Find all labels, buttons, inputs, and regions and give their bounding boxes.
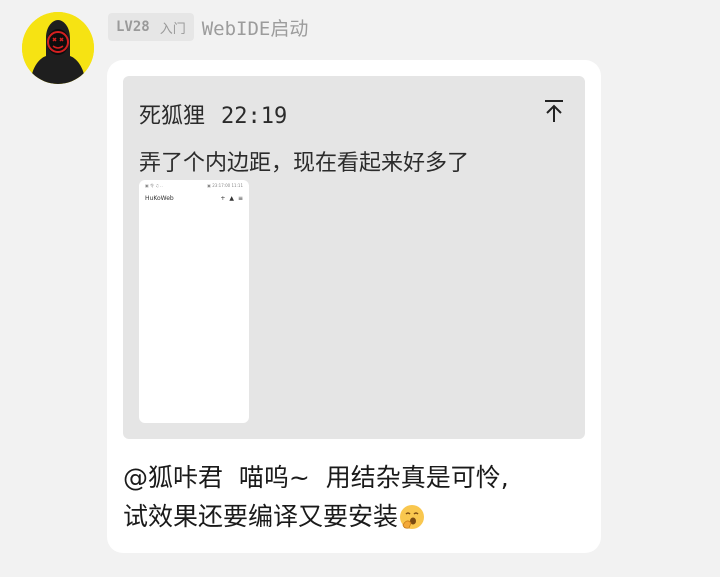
jump-to-original-icon[interactable] (543, 98, 565, 124)
quote-time: 22:19 (221, 104, 288, 129)
message-text: @狐咔君 喵呜~ 用结杂真是可怜, 试效果还要编译又要安装 (123, 458, 593, 536)
rank-label: 入门 (159, 21, 186, 37)
thumb-toolbar-icons: + ▲ ≡ (220, 195, 243, 202)
quoted-message[interactable]: 死狐狸 22:19 弄了个内边距，现在看起来好多了 ▣ 令 ♫ .. ▣ 23:1… (123, 76, 585, 439)
sender-name[interactable]: WebIDE启动 (202, 14, 309, 41)
menu-icon: ≡ (237, 195, 243, 202)
quote-text: 弄了个内边距，现在看起来好多了 (139, 151, 470, 176)
thumb-status-bar: ▣ 令 ♫ .. ▣ 23:17:00 11:11 (139, 180, 249, 189)
quote-author: 死狐狸 (139, 104, 206, 129)
user-avatar[interactable] (22, 12, 94, 84)
sender-info: LV28 入门 WebIDE启动 (108, 12, 308, 42)
message-line-2-text: 试效果还要编译又要安装 (123, 502, 399, 531)
level-badge: LV28 入门 (108, 13, 194, 41)
thumb-app-bar: HuKoWeb + ▲ ≡ (139, 189, 249, 202)
quote-header: 死狐狸 22:19 (139, 106, 287, 128)
level-label: LV28 (116, 19, 150, 35)
hooded-figure-icon (22, 12, 94, 84)
screenshot-thumbnail[interactable]: ▣ 令 ♫ .. ▣ 23:17:00 11:11 HuKoWeb + ▲ ≡ (139, 180, 249, 423)
thumb-status-right: ▣ 23:17:00 11:11 (207, 183, 243, 188)
message-line-1-rest: 喵呜~ 用结杂真是可怜, (223, 463, 509, 492)
folder-icon: ▲ (229, 195, 234, 202)
message-bubble[interactable]: 死狐狸 22:19 弄了个内边距，现在看起来好多了 ▣ 令 ♫ .. ▣ 23:1… (107, 60, 601, 553)
thumb-app-title: HuKoWeb (145, 195, 174, 202)
mention-link[interactable]: @狐咔君 (123, 463, 223, 492)
message-line-2: 试效果还要编译又要安装 (123, 497, 593, 536)
add-icon: + (220, 195, 226, 202)
message-line-1: @狐咔君 喵呜~ 用结杂真是可怜, (123, 458, 593, 497)
yawning-emoji-icon (398, 503, 426, 531)
thumb-status-left: ▣ 令 ♫ .. (145, 183, 163, 188)
